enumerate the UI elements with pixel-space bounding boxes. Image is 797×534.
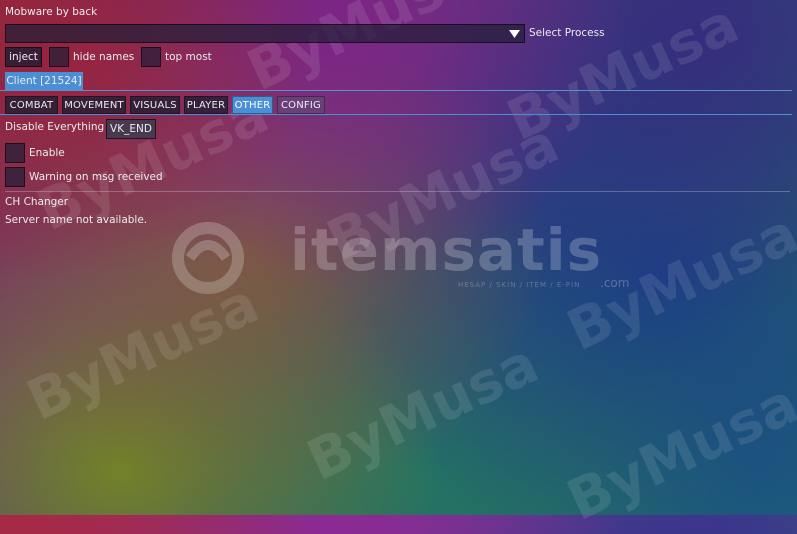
tab-config[interactable]: CONFIG — [277, 96, 325, 114]
watermark-overlay-1: ByMusa — [237, 0, 489, 104]
hide-names-label: hide names — [73, 51, 135, 63]
window-title: Mobware by back — [5, 6, 98, 18]
enable-checkbox[interactable] — [5, 143, 25, 163]
client-tab[interactable]: Client [21524] — [5, 72, 83, 90]
tab-player-label: PLAYER — [186, 99, 226, 111]
top-most-checkbox[interactable] — [141, 47, 161, 67]
itemsatis-tagline: HESAP / SKIN / ITEM / E-PIN — [458, 281, 581, 289]
top-most-label: top most — [165, 51, 212, 63]
server-status-text: Server name not available. — [5, 214, 148, 226]
tab-movement-label: MOVEMENT — [64, 99, 124, 111]
ch-changer-heading: CH Changer — [5, 196, 69, 208]
itemsatis-dotcom: .com — [600, 276, 630, 290]
enable-label: Enable — [29, 147, 65, 159]
hide-names-checkbox[interactable] — [49, 47, 69, 67]
tab-combat[interactable]: COMBAT — [5, 96, 58, 114]
process-select[interactable] — [5, 24, 525, 43]
watermark-overlay-8: ByMusa — [557, 371, 797, 534]
section-separator — [5, 191, 790, 192]
tab-visuals-label: VISUALS — [133, 99, 177, 111]
tab-config-label: CONFIG — [281, 99, 321, 111]
tab-other[interactable]: OTHER — [232, 96, 273, 114]
inject-button[interactable]: inject — [5, 47, 42, 67]
tab-combat-label: COMBAT — [9, 99, 54, 111]
warning-label: Warning on msg received — [29, 171, 163, 183]
itemsatis-brand: itemsatis — [290, 216, 603, 284]
disable-hotkey-button[interactable]: VK_END — [106, 119, 156, 139]
chevron-down-icon[interactable] — [509, 29, 520, 42]
watermark-overlay-2: ByMusa — [497, 0, 749, 154]
tab-movement[interactable]: MOVEMENT — [62, 96, 126, 114]
select-process-label: Select Process — [529, 27, 605, 39]
client-tab-label: Client [21524] — [6, 75, 82, 87]
client-tab-separator — [0, 90, 792, 91]
disable-everything-label: Disable Everything — [5, 121, 105, 133]
tab-player[interactable]: PLAYER — [184, 96, 228, 114]
watermark-overlay-7: ByMusa — [297, 331, 549, 494]
warning-checkbox[interactable] — [5, 167, 25, 187]
tabs-separator — [0, 114, 792, 115]
tab-visuals[interactable]: VISUALS — [130, 96, 180, 114]
tab-other-label: OTHER — [234, 99, 271, 111]
